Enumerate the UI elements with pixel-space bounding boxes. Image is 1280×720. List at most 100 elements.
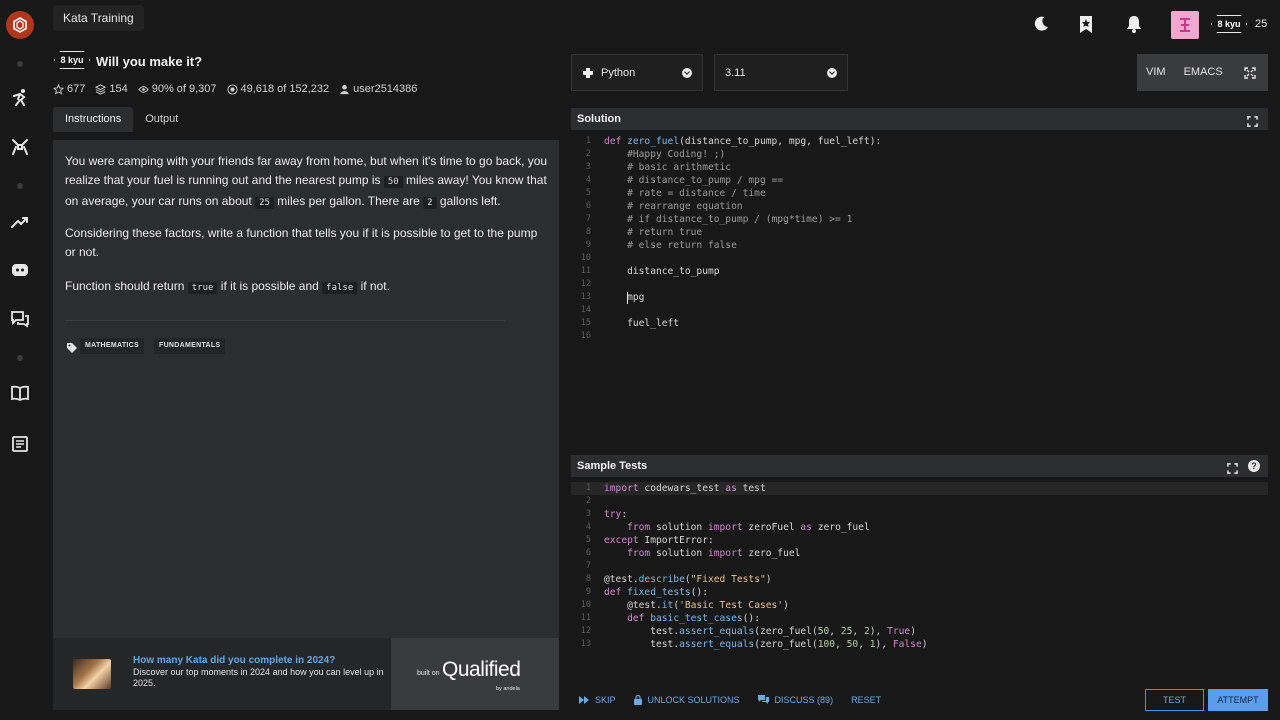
andela-label: by andela	[496, 686, 520, 692]
inline-code: 50	[383, 176, 403, 188]
user-rank-badge: 8 kyu	[1211, 15, 1247, 33]
python-logo-icon	[583, 67, 593, 78]
code-line: 8 # return true	[585, 227, 703, 238]
code-line: 3 try:	[585, 509, 628, 520]
version-value: 3.11	[725, 66, 746, 79]
code-line: 5 except ImportError:	[585, 535, 714, 546]
description-text: if not.	[357, 279, 390, 293]
inline-code: true	[187, 282, 218, 294]
user-icon	[340, 84, 350, 94]
stars-count: 677	[67, 83, 86, 95]
discussions-icon[interactable]	[10, 309, 30, 329]
practice-icon[interactable]	[10, 137, 30, 157]
discuss-label: DISCUSS (89)	[774, 694, 834, 705]
built-on-label: built on	[417, 670, 440, 677]
divider	[65, 320, 505, 321]
description-paragraph-3: Function should return true if it is pos…	[65, 277, 549, 298]
emacs-mode-button[interactable]: EMACS	[1174, 54, 1232, 91]
code-line: 12	[580, 279, 591, 289]
solution-editor[interactable]: 1 def zero_fuel(distance_to_pump, mpg, fu…	[571, 135, 1268, 450]
docs-book-icon[interactable]	[10, 383, 30, 403]
chevron-down-icon	[682, 67, 692, 78]
codewars-logo-icon[interactable]	[6, 11, 34, 39]
expand-icon[interactable]	[1227, 460, 1238, 482]
code-line: 13 mpg	[580, 292, 645, 303]
rail-divider-dot	[17, 61, 23, 67]
code-line: 8 @test.describe("Fixed Tests")	[585, 574, 772, 585]
fullscreen-icon[interactable]	[1232, 54, 1268, 91]
stack-icon	[95, 83, 107, 95]
comments-icon	[757, 695, 769, 704]
version-select[interactable]: 3.11	[714, 54, 848, 91]
qualified-brand[interactable]: built on Qualified by andela	[391, 638, 559, 710]
test-button[interactable]: TEST	[1145, 689, 1204, 711]
inline-code: false	[322, 282, 358, 294]
bookmark-star-icon[interactable]	[1076, 14, 1096, 34]
notifications-bell-icon[interactable]	[1124, 14, 1144, 34]
code-line: 11 def basic_test_cases():	[580, 613, 760, 624]
user-honor: 25	[1255, 18, 1268, 30]
unlock-label: UNLOCK SOLUTIONS	[647, 694, 740, 705]
sample-tests-editor[interactable]: 1 import codewars_test as test 2 3 try: 4 …	[571, 482, 1268, 682]
skip-button[interactable]: SKIP	[579, 695, 616, 705]
tag-icon	[67, 340, 77, 358]
tab-instructions[interactable]: Instructions	[53, 107, 134, 132]
unlock-solutions-button[interactable]: UNLOCK SOLUTIONS	[633, 694, 740, 705]
stars-stat[interactable]: 677	[53, 82, 85, 96]
left-rail	[0, 0, 40, 720]
author-stat[interactable]: user2514386	[339, 82, 417, 96]
code-line: 9 def fixed_tests():	[585, 587, 708, 598]
language-select[interactable]: Python	[571, 54, 703, 91]
code-line: 6 # rearrange equation	[585, 201, 743, 212]
fast-forward-icon	[579, 695, 589, 704]
collections-stat[interactable]: 154	[95, 82, 128, 96]
dark-mode-moon-icon[interactable]	[1031, 14, 1051, 34]
code-line: 5 # rate = distance / time	[585, 188, 766, 199]
expand-icon[interactable]	[1247, 113, 1258, 135]
rail-divider-dot	[17, 355, 23, 361]
inline-code: 2	[423, 197, 437, 209]
satisfaction-stat: 90% of 9,307	[138, 82, 217, 96]
training-icon[interactable]	[10, 88, 30, 108]
code-line: 1 def zero_fuel(distance_to_pump, mpg, fu…	[585, 136, 882, 147]
collections-count: 154	[109, 83, 128, 95]
promo-title[interactable]: How many Kata did you complete in 2024?	[133, 655, 335, 666]
code-line: 10	[580, 253, 591, 263]
skip-label: SKIP	[595, 694, 616, 705]
rail-divider-dot	[17, 183, 23, 189]
leaderboard-icon[interactable]	[10, 212, 30, 232]
reset-button[interactable]: RESET	[851, 695, 881, 705]
promo-body: Discover our top moments in 2024 and how…	[133, 667, 384, 688]
kata-description-panel: You were camping with your friends far a…	[53, 140, 559, 710]
user-avatar[interactable]	[1171, 11, 1199, 39]
kata-stats: 677 154 90% of 9,307 49,618 of 152,232 u…	[53, 82, 417, 96]
language-value: Python	[601, 66, 636, 79]
vim-mode-button[interactable]: VIM	[1137, 54, 1175, 91]
discord-icon[interactable]	[10, 260, 30, 280]
tag-fundamentals[interactable]: FUNDAMENTALS	[154, 338, 226, 354]
description-text: gallons left.	[436, 194, 501, 208]
help-icon[interactable]: ?	[1248, 460, 1260, 472]
description-text: miles per gallon. There are	[273, 194, 424, 208]
tab-output[interactable]: Output	[133, 107, 190, 132]
description-text: if it is possible and	[217, 279, 323, 293]
lock-icon	[633, 694, 642, 705]
code-line: 15 fuel_left	[580, 318, 680, 329]
blog-news-icon[interactable]	[10, 434, 30, 454]
completed-stat: 49,618 of 152,232	[226, 82, 329, 96]
keybinding-modes: VIM EMACS	[1137, 54, 1232, 91]
chevron-down-icon	[827, 67, 837, 78]
attempt-button[interactable]: ATTEMPT	[1208, 689, 1268, 711]
code-line: 7	[585, 561, 591, 571]
code-line: 14	[580, 305, 591, 315]
code-line: 1 import codewars_test as test	[571, 482, 1268, 495]
inline-code: 25	[255, 197, 274, 209]
promo-banner[interactable]: How many Kata did you complete in 2024? …	[53, 638, 559, 710]
solution-title: Solution	[577, 113, 621, 125]
discuss-button[interactable]: DISCUSS (89)	[757, 694, 834, 705]
description-text: Function should return	[65, 279, 188, 293]
target-icon	[226, 83, 238, 95]
tag-mathematics[interactable]: MATHEMATICS	[80, 338, 144, 354]
satisfaction-votes: of 9,307	[176, 83, 217, 95]
breadcrumb: Kata Training	[53, 5, 144, 31]
